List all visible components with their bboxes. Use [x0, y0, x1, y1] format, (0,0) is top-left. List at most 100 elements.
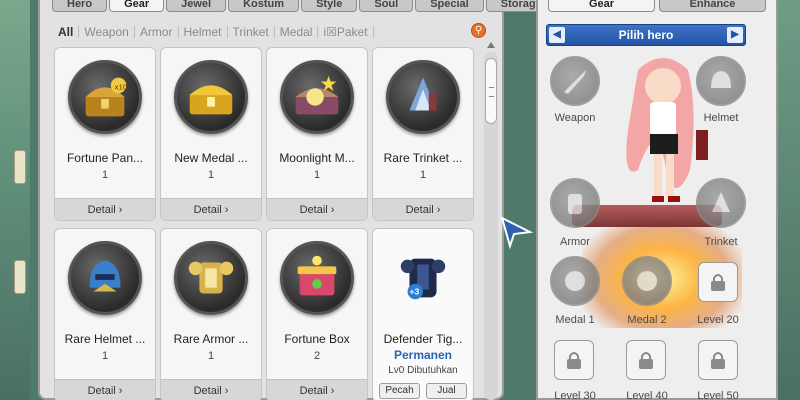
detail-button[interactable]: Detail › — [267, 198, 367, 220]
item-card[interactable]: Rare Trinket ... 1 Detail › — [372, 47, 474, 221]
item-card[interactable]: Fortune Box 2 Detail › — [266, 228, 368, 400]
item-grid: x10 Fortune Pan... 1 Detail › New Medal … — [54, 47, 474, 400]
side-notch — [14, 260, 26, 294]
tab-enhance[interactable]: Enhance — [659, 0, 766, 12]
hero-gear-panel: Gear Enhance ◀ Pilih hero ▶ Weapon Helme… — [536, 0, 778, 400]
filter-medal[interactable]: Medal — [275, 26, 319, 38]
tab-special[interactable]: Special — [415, 0, 484, 12]
break-button[interactable]: Pecah — [379, 383, 420, 399]
tab-kostum[interactable]: Kostum — [228, 0, 300, 12]
item-card[interactable]: Moonlight M... 1 Detail › — [266, 47, 368, 221]
filter-armor[interactable]: Armor — [135, 26, 179, 38]
medal2-label: Medal 2 — [627, 314, 667, 326]
item-card[interactable]: Rare Armor ... 1 Detail › — [160, 228, 262, 400]
moonlight-chest-icon — [280, 60, 354, 134]
tab-gear[interactable]: Gear — [109, 0, 165, 12]
lock-icon — [639, 352, 653, 369]
treasure-chest-x10-icon: x10 — [68, 60, 142, 134]
item-name: Defender Tig... — [383, 332, 463, 346]
inventory-tabs: Hero Gear Jewel Kostum Style Soul Specia… — [52, 0, 557, 12]
item-name: Moonlight M... — [279, 151, 355, 165]
trinket-icon — [386, 60, 460, 134]
item-quantity: 1 — [101, 169, 109, 181]
helmet-icon — [711, 71, 731, 88]
side-notch — [14, 150, 26, 184]
filter-helmet[interactable]: Helmet — [179, 26, 228, 38]
filter-trinket[interactable]: Trinket — [228, 26, 275, 38]
armor-icon — [174, 241, 248, 315]
svg-text:x10: x10 — [115, 82, 127, 91]
level20-label: Level 20 — [697, 314, 739, 326]
tab-hero[interactable]: Hero — [52, 0, 108, 12]
level20-lock — [698, 262, 738, 302]
medal1-label: Medal 1 — [555, 314, 595, 326]
weapon-slot[interactable] — [550, 56, 600, 106]
level50-lock — [698, 340, 738, 380]
item-name: Rare Trinket ... — [383, 151, 463, 165]
item-actions: Pecah Jual — [379, 383, 467, 399]
sell-button[interactable]: Jual — [426, 383, 467, 399]
item-card[interactable]: +3 Defender Tig... Permanen Lv0 Dibutuhk… — [372, 228, 474, 400]
detail-button[interactable]: Detail › — [267, 379, 367, 400]
detail-button[interactable]: Detail › — [161, 198, 261, 220]
background-right — [778, 0, 800, 400]
tab-style[interactable]: Style — [301, 0, 358, 12]
level50-label: Level 50 — [697, 390, 739, 400]
tab-gear-panel[interactable]: Gear — [548, 0, 655, 12]
tab-jewel[interactable]: Jewel — [166, 0, 227, 12]
helmet-icon — [68, 241, 142, 315]
item-quantity: 1 — [101, 350, 109, 362]
fortune-box-icon — [280, 241, 354, 315]
item-card[interactable]: x10 Fortune Pan... 1 Detail › — [54, 47, 156, 221]
level40-label: Level 40 — [626, 390, 668, 400]
trinket-label: Trinket — [704, 236, 738, 248]
trinket-icon — [712, 192, 730, 212]
filter-paket[interactable]: i☒Paket — [318, 26, 374, 38]
detail-button[interactable]: Detail › — [373, 198, 473, 220]
armor-icon — [568, 194, 582, 214]
permanent-label: Permanen — [393, 348, 453, 362]
tab-soul[interactable]: Soul — [359, 0, 414, 12]
item-card[interactable]: Rare Helmet ... 1 Detail › — [54, 228, 156, 400]
medal2-slot[interactable] — [622, 256, 672, 306]
filter-all[interactable]: All — [58, 26, 80, 38]
filter-weapon[interactable]: Weapon — [79, 26, 135, 38]
item-name: New Medal ... — [174, 151, 248, 165]
item-quantity: 2 — [313, 350, 321, 362]
scroll-up-icon[interactable] — [487, 42, 495, 48]
helmet-slot[interactable] — [696, 56, 746, 106]
background-left — [0, 0, 30, 400]
pointer-arrow-icon — [500, 216, 534, 250]
helmet-label: Helmet — [703, 112, 739, 124]
armor-slot[interactable] — [550, 178, 600, 228]
level30-lock — [554, 340, 594, 380]
item-name: Fortune Pan... — [66, 151, 144, 165]
next-hero-icon[interactable]: ▶ — [727, 27, 743, 43]
detail-button[interactable]: Detail › — [55, 379, 155, 400]
defender-armor-icon: +3 — [386, 241, 460, 315]
scrollbar[interactable] — [484, 42, 498, 400]
hero-picker-label: Pilih hero — [618, 28, 674, 42]
item-name: Rare Helmet ... — [64, 332, 146, 346]
filter-bar: All Weapon Armor Helmet Trinket Medal i☒… — [58, 23, 488, 41]
detail-button[interactable]: Detail › — [55, 198, 155, 220]
level-requirement: Lv0 Dibutuhkan — [388, 365, 458, 376]
scroll-thumb[interactable] — [485, 58, 497, 124]
trinket-slot[interactable] — [696, 178, 746, 228]
medal-icon — [637, 271, 657, 291]
lock-icon — [567, 352, 581, 369]
search-icon[interactable]: ⚲ — [471, 23, 486, 38]
item-quantity: 1 — [207, 169, 215, 181]
item-card[interactable]: New Medal ... 1 Detail › — [160, 47, 262, 221]
hero-picker[interactable]: ◀ Pilih hero ▶ — [546, 24, 746, 46]
sword-icon — [564, 70, 586, 94]
gold-chest-icon — [174, 60, 248, 134]
inventory-window: Hero Gear Jewel Kostum Style Soul Specia… — [38, 0, 557, 400]
detail-button[interactable]: Detail › — [161, 379, 261, 400]
level30-label: Level 30 — [554, 390, 596, 400]
lock-icon — [711, 352, 725, 369]
panel-tabs: Gear Enhance — [548, 0, 766, 12]
prev-hero-icon[interactable]: ◀ — [549, 27, 565, 43]
lock-icon — [711, 274, 725, 291]
medal1-slot[interactable] — [550, 256, 600, 306]
